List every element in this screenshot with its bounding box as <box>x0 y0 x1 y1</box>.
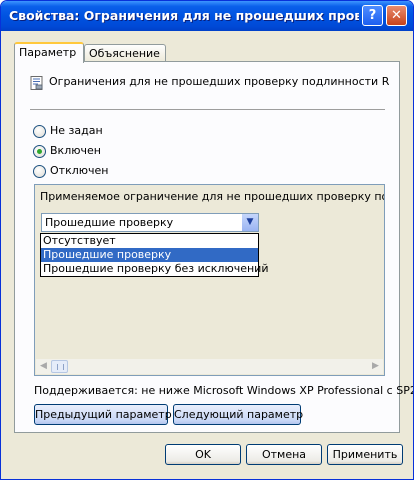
ok-button[interactable]: OK <box>165 444 241 465</box>
window-title: Свойства: Ограничения для не прошедших п… <box>9 8 359 23</box>
dropdown-option[interactable]: Прошедшие проверку без исключений <box>41 262 268 276</box>
dropdown-option[interactable]: Отсутствует <box>41 234 258 248</box>
radio-circle[interactable] <box>33 145 46 158</box>
combobox-value[interactable]: Прошедшие проверку <box>45 216 173 229</box>
restriction-combobox[interactable]: Прошедшие проверку ▼ <box>41 213 259 232</box>
help-button[interactable]: ? <box>362 5 383 26</box>
setting-label: Применяемое ограничение для не прошедших… <box>40 190 384 203</box>
chevron-down-icon[interactable]: ▼ <box>242 214 258 231</box>
separator <box>30 109 385 110</box>
horizontal-scrollbar[interactable]: ◀ ▶ <box>36 359 383 374</box>
radio-circle[interactable] <box>33 125 46 138</box>
policy-sheet-icon <box>30 76 43 90</box>
radio-label[interactable]: Не задан <box>50 124 103 137</box>
radio-label[interactable]: Отключен <box>50 164 108 177</box>
apply-button[interactable]: Применить <box>327 444 403 465</box>
cancel-button[interactable]: Отмена <box>246 444 322 465</box>
scroll-left-icon[interactable]: ◀ <box>36 359 51 374</box>
next-setting-button[interactable]: Следующий параметр <box>173 404 303 425</box>
supported-text: Поддерживается: не ниже Microsoft Window… <box>34 384 414 397</box>
radio-circle[interactable] <box>33 165 46 178</box>
tab-panel: Ограничения для не прошедших проверку по… <box>14 61 413 433</box>
close-button[interactable]: ✕ <box>386 5 407 26</box>
scroll-right-icon[interactable]: ▶ <box>368 359 383 374</box>
scroll-thumb[interactable] <box>51 360 68 373</box>
title-bar[interactable]: Свойства: Ограничения для не прошедших п… <box>1 1 413 31</box>
tab-explanation[interactable]: Объяснение <box>84 44 166 62</box>
dialog-window: Свойства: Ограничения для не прошедших п… <box>0 0 414 480</box>
radio-selected-dot <box>37 149 42 154</box>
dropdown-option-highlighted[interactable]: Прошедшие проверку <box>41 248 258 262</box>
radio-label[interactable]: Включен <box>50 144 101 157</box>
dropdown-list[interactable]: Отсутствует Прошедшие проверку Прошедшие… <box>40 233 268 277</box>
settings-box: Применяемое ограничение для не прошедших… <box>34 184 385 376</box>
previous-setting-button[interactable]: Предыдущий параметр <box>34 404 172 425</box>
policy-name: Ограничения для не прошедших проверку по… <box>49 75 389 88</box>
tab-parameter[interactable]: Параметр <box>14 42 84 63</box>
